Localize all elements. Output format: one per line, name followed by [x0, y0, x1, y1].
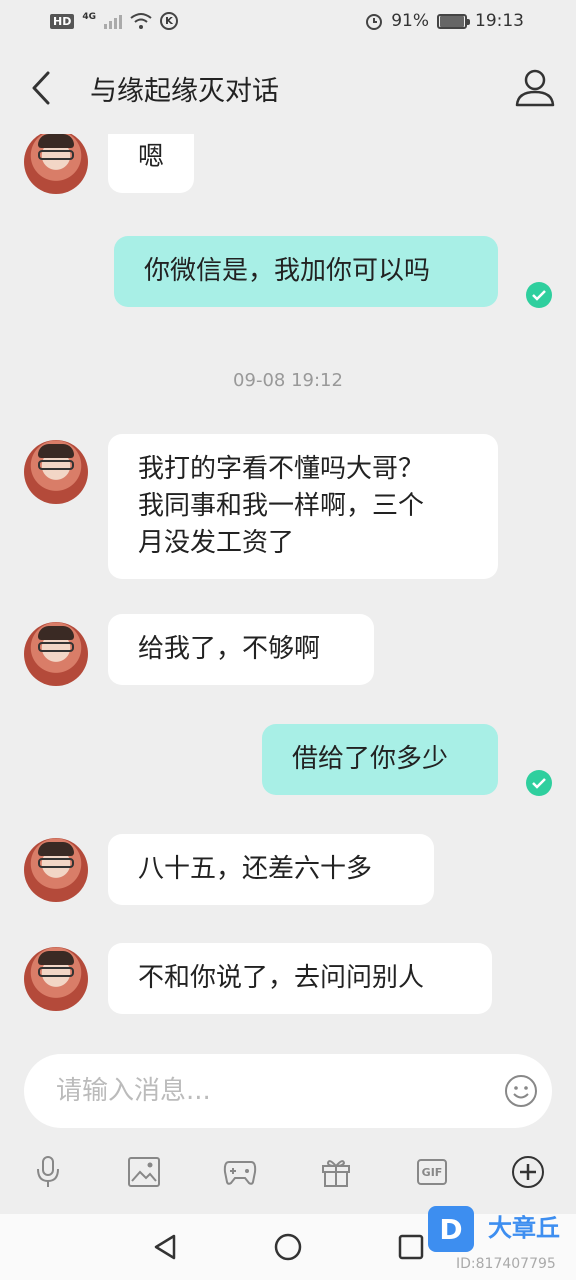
- read-check-icon: [526, 282, 552, 308]
- message-text: 给我了，不够啊: [138, 634, 321, 664]
- battery-percent: 91%: [391, 11, 429, 31]
- gift-icon[interactable]: [318, 1154, 354, 1190]
- message-timestamp: 09-08 19:12: [233, 370, 343, 391]
- watermark-brand: 大章丘: [488, 1214, 560, 1242]
- microphone-icon[interactable]: [30, 1154, 66, 1190]
- page-title: 与缘起缘灭对话: [90, 75, 279, 107]
- status-bar: HD 4G K 91% 19:13: [0, 0, 576, 42]
- signal-icon: [104, 13, 122, 29]
- message-bubble-outgoing[interactable]: 你微信是，我加你可以吗: [114, 236, 498, 307]
- message-text: 借给了你多少: [292, 744, 449, 774]
- message-text: 嗯: [138, 142, 165, 172]
- nav-home-icon[interactable]: [273, 1232, 303, 1262]
- contact-avatar[interactable]: [24, 838, 88, 902]
- nav-recents-icon[interactable]: [396, 1232, 426, 1262]
- message-text-line: 我同事和我一样啊，三个: [138, 491, 425, 521]
- contact-avatar[interactable]: [24, 622, 88, 686]
- battery-icon: [437, 13, 470, 29]
- hd-badge: HD: [50, 13, 75, 29]
- message-input-container: [24, 1054, 552, 1128]
- plus-circle-icon[interactable]: [510, 1154, 546, 1190]
- chevron-left-icon[interactable]: [26, 68, 56, 108]
- status-right: 91% 19:13: [365, 11, 524, 31]
- k-app-icon: K: [160, 12, 178, 30]
- wifi-icon: [130, 13, 152, 29]
- chat-header: 与缘起缘灭对话: [0, 42, 576, 134]
- message-bubble-incoming[interactable]: 不和你说了，去问问别人: [108, 943, 492, 1014]
- gif-icon[interactable]: GIF: [414, 1154, 450, 1190]
- alarm-icon: [366, 14, 383, 30]
- message-bubble-incoming[interactable]: 八十五，还差六十多: [108, 834, 434, 905]
- contact-avatar[interactable]: [24, 134, 88, 194]
- person-icon[interactable]: [514, 67, 556, 109]
- chat-toolbar: GIF: [0, 1142, 576, 1202]
- message-bubble-outgoing[interactable]: 借给了你多少: [262, 724, 498, 795]
- gamepad-icon[interactable]: [222, 1154, 258, 1190]
- clock: 19:13: [475, 11, 524, 31]
- message-bubble-incoming[interactable]: 给我了，不够啊: [108, 614, 374, 685]
- status-left: HD 4G K: [50, 12, 178, 30]
- message-text: 不和你说了，去问问别人: [138, 963, 425, 993]
- message-bubble-incoming[interactable]: 我打的字看不懂吗大哥？ 我同事和我一样啊，三个 月没发工资了: [108, 434, 498, 579]
- contact-avatar[interactable]: [24, 947, 88, 1011]
- network-type: 4G: [82, 12, 96, 22]
- message-bubble-incoming[interactable]: 嗯: [108, 134, 195, 193]
- nav-back-icon[interactable]: [150, 1232, 180, 1262]
- battery-fill: [440, 15, 464, 27]
- gif-label: GIF: [417, 1159, 447, 1185]
- message-input[interactable]: [56, 1076, 504, 1106]
- emoji-icon[interactable]: [504, 1074, 538, 1108]
- message-text-line: 我打的字看不懂吗大哥？: [138, 454, 425, 484]
- watermark-id: ID:817407795: [456, 1256, 556, 1272]
- image-icon[interactable]: [126, 1154, 162, 1190]
- message-text: 八十五，还差六十多: [138, 854, 373, 884]
- message-text: 你微信是，我加你可以吗: [144, 256, 431, 286]
- watermark-logo: D: [428, 1206, 474, 1252]
- message-list[interactable]: 嗯 你微信是，我加你可以吗 09-08 19:12 我打的字看不懂吗大哥？ 我同…: [0, 134, 576, 1040]
- contact-avatar[interactable]: [24, 440, 88, 504]
- message-text-line: 月没发工资了: [138, 528, 295, 558]
- read-check-icon: [526, 770, 552, 796]
